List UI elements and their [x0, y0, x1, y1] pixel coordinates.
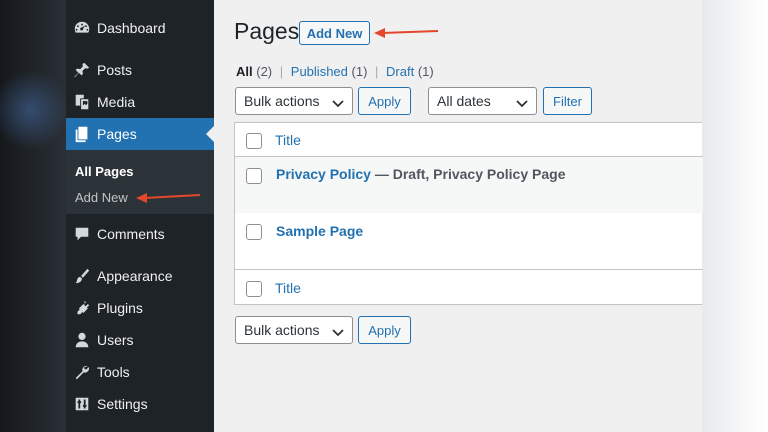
sidebar-item-users[interactable]: Users: [66, 324, 214, 356]
pages-table: Title Privacy Policy — Draft, Privacy Po…: [234, 122, 703, 305]
row-checkbox[interactable]: [246, 168, 262, 184]
sidebar-item-media[interactable]: Media: [66, 86, 214, 118]
user-icon: [72, 330, 92, 350]
page-title-link[interactable]: Sample Page: [276, 223, 363, 239]
submenu-add-new[interactable]: Add New: [75, 190, 128, 205]
media-icon: [72, 92, 92, 112]
date-filter-value: All dates: [437, 93, 491, 109]
sidebar-item-label: Pages: [97, 126, 137, 142]
view-filters: All (2) | Published (1) | Draft (1): [236, 64, 434, 79]
main-content: Pages Add New All (2) | Published (1) | …: [214, 0, 703, 432]
bulk-actions-select-bottom[interactable]: Bulk actions: [235, 316, 353, 344]
apply-button[interactable]: Apply: [358, 87, 411, 115]
sidebar-item-settings[interactable]: Settings: [66, 388, 214, 420]
wrench-icon: [72, 362, 92, 382]
page-state: — Draft, Privacy Policy Page: [370, 166, 566, 182]
date-filter-select[interactable]: All dates: [428, 87, 537, 115]
sidebar-item-label: Tools: [97, 364, 130, 380]
pin-icon: [72, 60, 92, 80]
select-all-checkbox[interactable]: [246, 281, 262, 297]
table-row: Sample Page: [235, 213, 703, 270]
chevron-down-icon: [516, 96, 528, 108]
chevron-down-icon: [332, 325, 344, 337]
view-all-link[interactable]: All: [236, 64, 253, 79]
annotation-arrow-add-new: [374, 28, 439, 38]
view-separator: |: [279, 64, 284, 79]
sidebar-item-tools[interactable]: Tools: [66, 356, 214, 388]
comment-icon: [72, 224, 92, 244]
sidebar-item-label: Appearance: [97, 268, 173, 284]
view-published-link[interactable]: Published: [291, 64, 348, 79]
row-title: Privacy Policy — Draft, Privacy Policy P…: [276, 166, 565, 182]
sidebar-item-dashboard[interactable]: Dashboard: [66, 12, 214, 44]
table-header: Title: [235, 123, 703, 157]
sidebar-item-label: Media: [97, 94, 136, 110]
apply-button-bottom[interactable]: Apply: [358, 316, 411, 344]
view-draft-link[interactable]: Draft: [386, 64, 414, 79]
sidebar-item-label: Users: [97, 332, 134, 348]
dashboard-icon: [72, 18, 92, 38]
sidebar-item-label: Settings: [97, 396, 148, 412]
sidebar-item-pages[interactable]: Pages: [66, 118, 214, 150]
sidebar-item-posts[interactable]: Posts: [66, 54, 214, 86]
filter-button[interactable]: Filter: [543, 87, 592, 115]
row-title: Sample Page: [276, 223, 363, 239]
sidebar-item-comments[interactable]: Comments: [66, 218, 214, 250]
select-all-checkbox[interactable]: [246, 133, 262, 149]
pages-icon: [72, 124, 92, 144]
add-new-button[interactable]: Add New: [299, 21, 370, 45]
admin-sidebar: Dashboard Posts Media Pages All Pages Ad…: [66, 0, 214, 432]
view-draft-count: (1): [417, 64, 434, 79]
view-all-count: (2): [256, 64, 273, 79]
sidebar-item-plugins[interactable]: Plugins: [66, 292, 214, 324]
submenu-all-pages[interactable]: All Pages: [75, 164, 134, 179]
page-title: Pages: [234, 18, 300, 44]
annotation-arrow-submenu-add-new: [136, 193, 201, 203]
backdrop-right: [702, 0, 768, 432]
sidebar-item-appearance[interactable]: Appearance: [66, 260, 214, 292]
table-footer: Title: [235, 270, 703, 305]
plug-icon: [72, 298, 92, 318]
column-title-link[interactable]: Title: [275, 132, 301, 148]
sidebar-item-label: Plugins: [97, 300, 143, 316]
chevron-down-icon: [332, 96, 344, 108]
view-published-count: (1): [351, 64, 368, 79]
bulk-actions-value: Bulk actions: [244, 322, 320, 338]
column-title-link[interactable]: Title: [275, 280, 301, 296]
row-checkbox[interactable]: [246, 224, 262, 240]
view-separator: |: [375, 64, 379, 79]
brush-icon: [72, 266, 92, 286]
settings-icon: [72, 394, 92, 414]
sidebar-item-label: Posts: [97, 62, 133, 78]
bulk-actions-value: Bulk actions: [244, 93, 320, 109]
sidebar-item-label: Comments: [97, 226, 165, 242]
table-row: Privacy Policy — Draft, Privacy Policy P…: [235, 157, 703, 213]
bulk-actions-select[interactable]: Bulk actions: [235, 87, 353, 115]
backdrop-left: [0, 0, 70, 432]
sidebar-item-label: Dashboard: [97, 20, 166, 36]
page-title-link[interactable]: Privacy Policy: [276, 166, 371, 182]
